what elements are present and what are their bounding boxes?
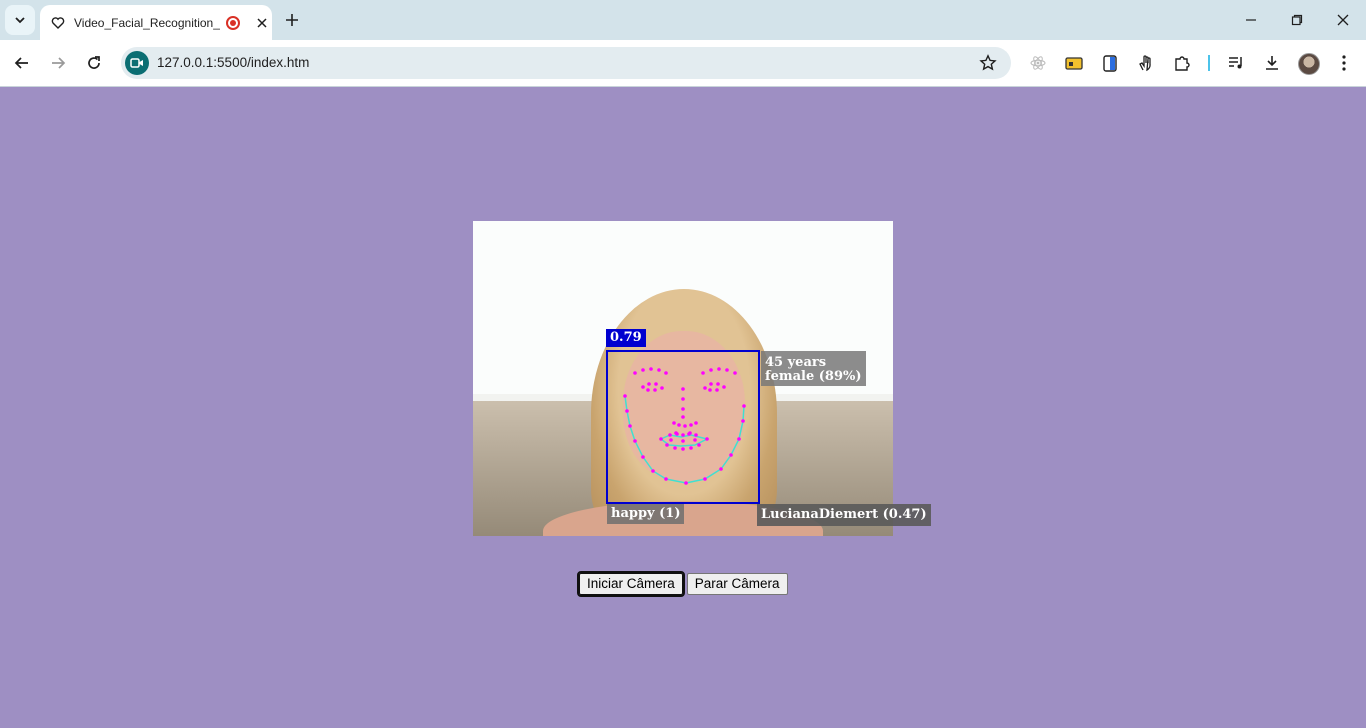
close-icon[interactable]: [254, 15, 270, 31]
react-devtools-icon[interactable]: [1027, 52, 1049, 74]
reload-icon: [88, 56, 100, 69]
tab-search-button[interactable]: [5, 5, 35, 35]
bookmark-star-icon[interactable]: [979, 54, 997, 72]
folder-icon[interactable]: [1063, 52, 1085, 74]
close-window-button[interactable]: [1331, 8, 1355, 32]
menu-icon[interactable]: [1333, 52, 1355, 74]
minimize-icon: [1246, 19, 1256, 21]
detection-score-label: 0.79: [606, 329, 646, 347]
forward-button[interactable]: [46, 51, 70, 75]
arrow-right-icon: [52, 57, 66, 69]
minimize-button[interactable]: [1239, 8, 1263, 32]
stop-camera-button[interactable]: Parar Câmera: [686, 573, 788, 595]
new-tab-button[interactable]: [282, 10, 302, 30]
start-camera-button[interactable]: Iniciar Câmera: [577, 571, 685, 597]
toolbar-separator: [1208, 55, 1210, 71]
gender-label: female (89%): [765, 369, 862, 384]
age-gender-label: 45 years female (89%): [761, 351, 866, 386]
camera-icon[interactable]: [125, 51, 149, 75]
video-canvas: 0.79 45 years female (89%) happy (1) Luc…: [473, 221, 931, 536]
identity-label: LucianaDiemert (0.47): [757, 504, 931, 526]
heart-icon: [50, 15, 66, 31]
browser-toolbar: 127.0.0.1:5500/index.htm: [0, 40, 1366, 87]
restore-icon: [1291, 14, 1303, 26]
back-button[interactable]: [10, 51, 34, 75]
media-icon[interactable]: [1225, 52, 1247, 74]
chevron-down-icon: [15, 17, 25, 24]
clipboard-icon[interactable]: [1099, 52, 1121, 74]
expression-label: happy (1): [607, 504, 685, 524]
hand-icon[interactable]: [1135, 52, 1157, 74]
download-icon[interactable]: [1261, 52, 1283, 74]
puzzle-icon[interactable]: [1171, 52, 1193, 74]
record-icon: [226, 15, 240, 30]
arrow-left-icon: [14, 57, 28, 69]
plus-icon: [286, 14, 298, 26]
tab-title: Video_Facial_Recognition_JS: [74, 15, 220, 30]
address-bar[interactable]: 127.0.0.1:5500/index.htm: [121, 47, 1011, 79]
reload-button[interactable]: [82, 51, 106, 75]
restore-button[interactable]: [1285, 8, 1309, 32]
browser-tab[interactable]: Video_Facial_Recognition_JS: [40, 5, 272, 40]
age-label: 45 years: [765, 355, 827, 370]
close-icon: [1337, 14, 1349, 26]
camera-controls: Iniciar Câmera Parar Câmera: [577, 571, 788, 597]
profile-avatar[interactable]: [1298, 53, 1320, 75]
face-detection-box: [606, 350, 760, 504]
tab-strip: Video_Facial_Recognition_JS: [0, 0, 1366, 40]
url-text[interactable]: 127.0.0.1:5500/index.htm: [157, 55, 309, 70]
